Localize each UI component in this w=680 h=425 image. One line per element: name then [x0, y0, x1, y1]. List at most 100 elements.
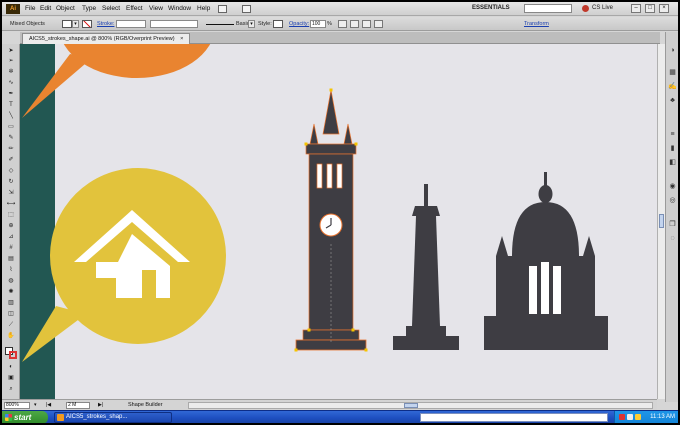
grid-icon[interactable] — [374, 20, 383, 28]
appearance-icon[interactable]: ◉ — [668, 182, 677, 191]
color-icon[interactable]: ◑ — [668, 46, 677, 55]
tray-alert-icon[interactable] — [619, 414, 625, 420]
transparency-icon[interactable]: ◧ — [668, 158, 677, 167]
slice-icon[interactable]: ⟋ — [6, 322, 16, 329]
document-tab[interactable]: AICS5_strokes_shape.ai @ 800% (RGB/Overp… — [22, 33, 191, 44]
document-tab-close-icon[interactable]: × — [180, 36, 183, 42]
variable-width-field[interactable] — [150, 20, 198, 28]
line-icon[interactable]: ╲ — [6, 113, 16, 120]
first-artboard-icon[interactable]: |◀ — [46, 402, 51, 408]
stroke-weight-field[interactable] — [116, 20, 146, 28]
next-artboard-icon[interactable]: ▶| — [98, 402, 103, 408]
monument-tower[interactable] — [393, 184, 459, 350]
transform-link[interactable]: Transform — [524, 21, 549, 27]
zoom-dropdown-icon[interactable]: ▾ — [34, 402, 37, 408]
symbols-icon[interactable]: ♣ — [668, 96, 677, 105]
pencil-icon[interactable]: ✏ — [6, 146, 16, 153]
menu-object[interactable]: Object — [56, 5, 75, 12]
blend-icon[interactable]: ◍ — [6, 278, 16, 285]
horizontal-scroll-thumb[interactable] — [404, 403, 418, 408]
menu-edit[interactable]: Edit — [40, 5, 51, 12]
opacity-unit: % — [327, 21, 332, 27]
perspective-grid-icon[interactable]: ⊿ — [6, 234, 16, 241]
stroke-swatch[interactable] — [82, 20, 92, 28]
artboard-navigation-field[interactable]: 2 M — [66, 402, 90, 409]
menu-window[interactable]: Window — [168, 5, 191, 12]
eraser-icon[interactable]: ◇ — [6, 168, 16, 175]
zoom-level-field[interactable]: 800% — [4, 402, 30, 409]
free-transform-icon[interactable]: ⬚ — [6, 212, 16, 219]
artboards-icon[interactable]: ◌ — [668, 234, 677, 243]
artboard-icon[interactable]: ◫ — [6, 311, 16, 318]
minimize-button[interactable]: – — [631, 4, 641, 13]
hand-icon[interactable]: ✋ — [6, 333, 16, 340]
blob-brush-icon[interactable]: ✐ — [6, 157, 16, 164]
panel-dock: ◑ ▦ ✍ ♣ ≡ ▮ ◧ ◉ ◎ ❒ ◌ — [665, 32, 678, 402]
tray-volume-icon[interactable] — [635, 414, 641, 420]
screen-mode-icon[interactable]: ▣ — [6, 375, 16, 382]
symbol-sprayer-icon[interactable]: ✺ — [6, 289, 16, 296]
align-icon[interactable] — [350, 20, 359, 28]
menu-file[interactable]: File — [25, 5, 35, 12]
scale-icon[interactable]: ⇲ — [6, 190, 16, 197]
shape-builder-icon[interactable]: ⊕ — [6, 223, 16, 230]
pen-icon[interactable]: ✒ — [6, 91, 16, 98]
cs-live-button[interactable]: CS Live — [592, 5, 613, 11]
drawing-mode-icon[interactable]: ◐ — [6, 364, 16, 371]
arrange-documents-icon[interactable] — [242, 5, 251, 13]
rotate-icon[interactable]: ↻ — [6, 179, 16, 186]
status-bar: 800% ▾ |◀ 2 M ▶| Shape Builder — [2, 399, 657, 410]
selection-icon[interactable]: ➤ — [6, 48, 16, 55]
menu-effect[interactable]: Effect — [126, 5, 143, 12]
zoom-icon[interactable]: ⌕ — [6, 386, 16, 393]
help-search-input[interactable] — [524, 4, 572, 13]
rectangle-icon[interactable]: ▭ — [6, 124, 16, 131]
menu-view[interactable]: View — [149, 5, 163, 12]
width-icon[interactable]: ⟷ — [6, 201, 16, 208]
magic-wand-icon[interactable]: ✲ — [6, 69, 16, 76]
type-icon[interactable]: T — [6, 102, 16, 109]
paintbrush-icon[interactable]: ✎ — [6, 135, 16, 142]
lasso-icon[interactable]: ∿ — [6, 80, 16, 87]
workspace-switcher[interactable]: ESSENTIALS — [472, 5, 510, 11]
graphic-styles-icon[interactable]: ◎ — [668, 196, 677, 205]
menu-help[interactable]: Help — [197, 5, 210, 12]
domed-cathedral[interactable] — [484, 172, 608, 350]
tray-network-icon[interactable] — [627, 414, 633, 420]
bridge-icon[interactable] — [218, 5, 227, 13]
opacity-label[interactable]: Opacity: — [289, 21, 309, 27]
gradient-icon[interactable]: ▮ — [668, 144, 677, 153]
eyedropper-icon[interactable]: ⌇ — [6, 267, 16, 274]
maximize-button[interactable]: □ — [645, 4, 655, 13]
recolor-artwork-icon[interactable] — [338, 20, 347, 28]
gradient-icon[interactable]: ▤ — [6, 256, 16, 263]
taskbar-search-input[interactable] — [420, 413, 608, 422]
close-button[interactable]: × — [659, 4, 669, 13]
fill-swatch[interactable] — [62, 20, 72, 28]
taskbar-item-illustrator[interactable]: AICS5_strokes_shap... — [54, 412, 172, 423]
clock-tower[interactable] — [294, 88, 368, 352]
distribute-icon[interactable] — [362, 20, 371, 28]
menu-type[interactable]: Type — [82, 5, 96, 12]
column-graph-icon[interactable]: ▥ — [6, 300, 16, 307]
direct-selection-icon[interactable]: ➢ — [6, 58, 16, 65]
current-tool-label[interactable]: Shape Builder — [128, 402, 163, 408]
artboard-canvas[interactable] — [20, 44, 657, 399]
brushes-icon[interactable]: ✍ — [668, 82, 677, 91]
fill-dropdown[interactable]: ▾ — [72, 20, 79, 28]
menu-select[interactable]: Select — [102, 5, 120, 12]
brush-dropdown[interactable]: ▾ — [248, 20, 255, 28]
horizontal-scrollbar[interactable] — [188, 402, 653, 409]
vertical-scroll-thumb[interactable] — [659, 214, 664, 228]
layers-icon[interactable]: ❒ — [668, 220, 677, 229]
stroke-label[interactable]: Stroke: — [97, 21, 114, 27]
mesh-icon[interactable]: # — [6, 245, 16, 252]
orange-speech-bubble[interactable] — [22, 44, 215, 118]
opacity-field[interactable]: 100 — [310, 20, 326, 28]
graphic-style-swatch[interactable] — [273, 20, 283, 28]
swatches-icon[interactable]: ▦ — [668, 68, 677, 77]
fill-stroke-icon[interactable] — [5, 347, 17, 359]
start-button[interactable]: start — [2, 411, 48, 423]
stroke-icon[interactable]: ≡ — [668, 130, 677, 139]
vertical-scrollbar[interactable] — [657, 44, 665, 399]
